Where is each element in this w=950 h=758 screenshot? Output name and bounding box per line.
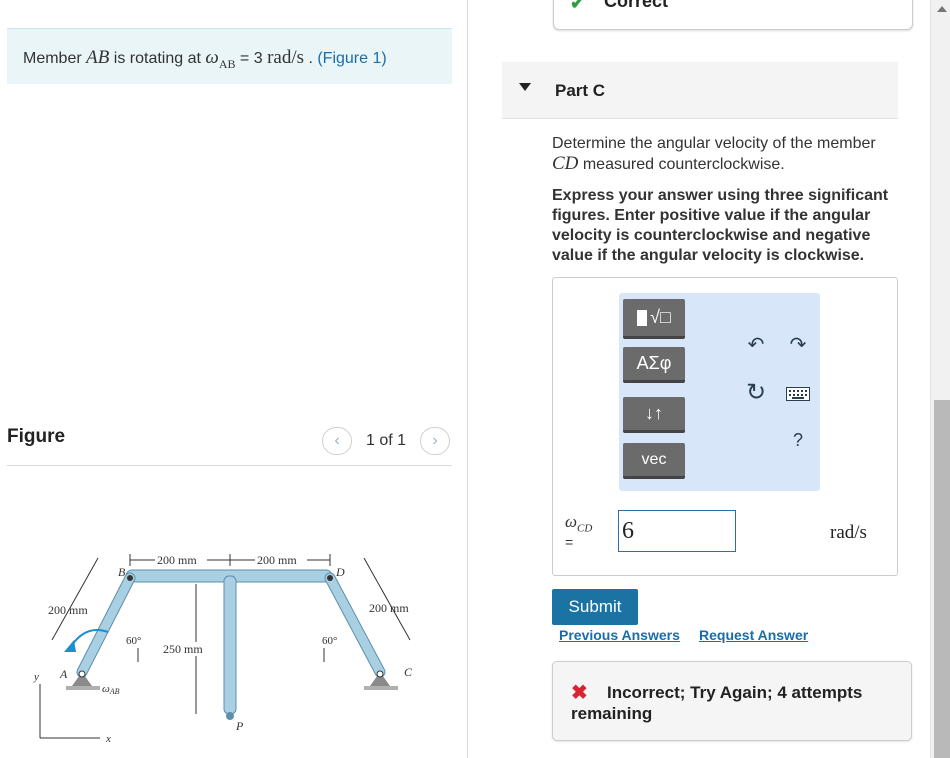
check-icon: ✔ (570, 0, 586, 13)
y-axis-label: y (33, 671, 39, 683)
feedback-box: ✖ Incorrect; Try Again; 4 attempts remai… (552, 661, 912, 741)
dim-200-left-side: 200 mm (48, 603, 88, 617)
redo-icon[interactable]: ↷ (783, 331, 813, 357)
pin-b (127, 575, 133, 581)
problem-period: . (304, 50, 318, 67)
question-prefix: Determine the angular velocity of the me… (552, 135, 876, 152)
omega-subscript: AB (218, 56, 236, 71)
reset-icon[interactable]: ↻ (741, 379, 771, 406)
vertical-scrollbar[interactable] (930, 0, 950, 758)
problem-prefix: Member (23, 50, 87, 67)
templates-button[interactable]: √□ (623, 299, 685, 339)
problem-pane: Member AB is rotating at ωAB = 3 rad/s .… (0, 0, 468, 758)
template-block-icon (637, 309, 648, 326)
keyboard-glyph (786, 387, 810, 401)
omega-ab-label: ωAB (102, 683, 120, 696)
x-axis-label: x (105, 733, 111, 745)
answer-var-symbol: ω (565, 512, 578, 531)
figure-title: Figure (7, 426, 66, 447)
answer-unit: rad/s (830, 522, 867, 543)
dim-200-left-top: 200 mm (157, 553, 197, 567)
ground-a (66, 686, 100, 690)
previous-answers-link[interactable]: Previous Answers (559, 627, 680, 643)
point-p-label: P (235, 719, 244, 733)
greek-symbols-button[interactable]: ΑΣφ (623, 347, 685, 383)
arrows-button[interactable]: ↓↑ (623, 397, 685, 433)
point-c-label: C (404, 665, 413, 679)
correct-label: Correct (604, 0, 669, 11)
point-d-label: D (335, 565, 345, 579)
link-cd (325, 573, 385, 677)
pin-a (78, 670, 86, 678)
problem-middle: is rotating at (109, 50, 206, 67)
request-answer-link[interactable]: Request Answer (699, 627, 808, 643)
dim-200-right-side: 200 mm (369, 601, 409, 615)
omega-ab-arrowhead (64, 640, 76, 652)
mechanism-figure: 200 mm 200 mm 200 mm 200 mm 250 mm 60° 6… (33, 552, 413, 745)
member-ab-symbol: AB (86, 47, 110, 68)
figure-divider (7, 465, 452, 466)
part-c-header[interactable]: Part C (502, 62, 898, 119)
undo-icon[interactable]: ↶ (741, 331, 771, 357)
answer-input[interactable]: 6 (618, 510, 736, 552)
help-button[interactable]: ? (783, 427, 813, 453)
correct-status-box: ✔ Correct (553, 0, 913, 30)
link-ab (77, 573, 135, 677)
answer-instructions: Express your answer using three signific… (552, 187, 889, 264)
problem-unit: rad/s (267, 47, 304, 68)
member-cd-symbol: CD (552, 153, 579, 174)
problem-statement-box: Member AB is rotating at ωAB = 3 rad/s .… (7, 28, 452, 84)
question-suffix: measured counterclockwise. (578, 156, 785, 173)
omega-symbol: ω (205, 47, 219, 68)
chevron-right-icon[interactable]: › (420, 427, 451, 455)
feedback-text: Incorrect; Try Again; 4 attempts remaini… (571, 683, 863, 723)
pin-d (327, 575, 333, 581)
point-p-dot (226, 712, 234, 720)
answer-panel: √□ ΑΣφ ↓↑ vec ↶ ↷ ↻ ? ωCD = 6 rad/s (552, 277, 898, 576)
problem-statement: Member AB is rotating at ωAB = 3 rad/s .… (23, 47, 387, 72)
answer-var-subscript: CD (577, 522, 593, 535)
scroll-up-icon[interactable] (937, 6, 947, 12)
problem-equals: = 3 (235, 50, 268, 67)
angle-right-label: 60° (322, 635, 337, 647)
math-toolbar: √□ ΑΣφ ↓↑ vec ↶ ↷ ↻ ? (619, 293, 820, 491)
point-b-label: B (118, 565, 126, 579)
dim-250: 250 mm (163, 642, 203, 656)
templates-label: √□ (650, 307, 671, 327)
omega-ab-figure-subscript: AB (109, 687, 120, 696)
page-count: 1 of 1 (366, 432, 407, 449)
submit-button[interactable]: Submit (552, 589, 638, 625)
answer-equals: = (565, 534, 574, 550)
keyboard-icon[interactable] (783, 381, 813, 407)
figure-pager: ‹ 1 of 1 › (322, 427, 451, 455)
point-a-label: A (59, 667, 68, 681)
dim-200-right-top: 200 mm (257, 553, 297, 567)
left-side-dimension-line (51, 557, 99, 641)
caret-down-icon[interactable] (519, 83, 531, 91)
vec-button[interactable]: vec (623, 443, 685, 479)
ground-c (364, 686, 398, 690)
angle-left-label: 60° (126, 635, 141, 647)
part-title: Part C (555, 81, 606, 100)
pin-c (376, 670, 384, 678)
scroll-thumb[interactable] (934, 400, 950, 758)
right-side-dimension-line (363, 557, 411, 641)
figure-link[interactable]: (Figure 1) (317, 50, 386, 67)
chevron-left-icon[interactable]: ‹ (322, 427, 352, 455)
member-stem (223, 575, 237, 715)
question-text: Determine the angular velocity of the me… (552, 134, 892, 175)
omega-ab-symbol: ωAB (205, 47, 236, 71)
